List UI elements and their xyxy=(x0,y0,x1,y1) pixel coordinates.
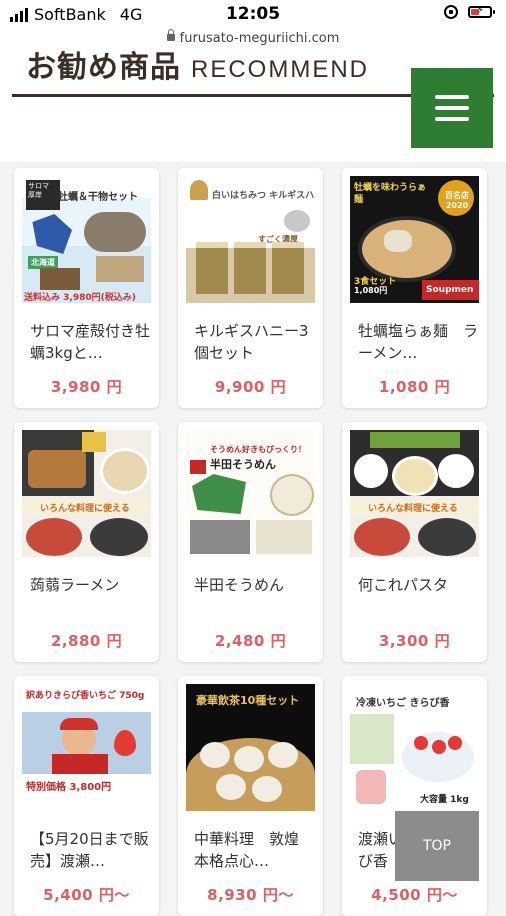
menu-bar-icon xyxy=(435,117,469,121)
status-bar: SoftBank 4G 12:05 ⚡ xyxy=(0,0,506,28)
rotation-lock-icon xyxy=(444,5,458,19)
thumb-title: 訳ありきらび香いちご 750g xyxy=(26,691,145,701)
product-name: 何これパスタ xyxy=(358,576,449,594)
section-header: お勧め商品 RECOMMEND xyxy=(0,50,506,162)
lock-icon xyxy=(166,29,175,41)
product-image: サロマ 厚岸 牡蠣＆干物セット 北海道 送料込み 3,980円(税込み) xyxy=(22,176,151,303)
product-image: 冷凍いちご きらび香 大容量 1kg xyxy=(350,684,479,811)
thumb-title: 冷凍いちご きらび香 xyxy=(356,698,450,709)
product-price: 5,400 円～ xyxy=(43,886,130,904)
product-name: 半田そうめん xyxy=(194,576,285,594)
product-name: 【5月20日まで販売】渡瀬… xyxy=(30,830,149,870)
menu-bar-icon xyxy=(435,95,469,99)
product-card[interactable]: そうめん好きもびっくり！ 半田そうめん 半田そうめん 2,480 円 xyxy=(178,422,323,662)
product-image: いろんな料理に使える xyxy=(350,430,479,557)
product-image: そうめん好きもびっくり！ 半田そうめん xyxy=(186,430,315,557)
product-name: サロマ産殻付き牡蠣3kgと… xyxy=(30,322,151,362)
product-image: 豪華飲茶10種セット xyxy=(186,684,315,811)
title-ja: お勧め商品 xyxy=(26,50,181,85)
product-name: キルギスハニー3個セット xyxy=(194,322,309,362)
product-price: 3,980 円 xyxy=(50,378,123,396)
battery-icon: ⚡ xyxy=(468,5,495,18)
thumb-title: 豪華飲茶10種セット xyxy=(196,694,300,707)
thumb-title: 白いはちみつ キルギスハニー xyxy=(212,191,315,201)
scroll-to-top-button[interactable]: TOP xyxy=(395,811,479,881)
thumb-subtitle: 半田そうめん xyxy=(210,458,276,471)
product-image: 牡蠣を味わうらぁ麺 百名店 2020 3食セット 1,080円 Soupmen xyxy=(350,176,479,303)
thumb-price: 特別価格 3,800円 xyxy=(26,782,112,793)
product-price: 2,880 円 xyxy=(50,632,123,650)
product-price: 1,080 円 xyxy=(378,378,451,396)
thumb-tag: 大容量 1kg xyxy=(420,795,469,805)
product-card[interactable]: 白いはちみつ キルギスハニー すごく濃厚 キルギスハニー3個セット 9,900 … xyxy=(178,168,323,408)
status-icons: ⚡ xyxy=(444,5,495,19)
product-card[interactable]: 訳ありきらび香いちご 750g 特別価格 3,800円 【5月20日まで販売】渡… xyxy=(14,676,159,916)
product-card[interactable]: 牡蠣を味わうらぁ麺 百名店 2020 3食セット 1,080円 Soupmen … xyxy=(342,168,487,408)
product-price: 8,930 円～ xyxy=(207,886,294,904)
product-card[interactable]: 豪華飲茶10種セット 中華料理 敦煌 本格点心… 8,930 円～ xyxy=(178,676,323,916)
product-image: 訳ありきらび香いちご 750g 特別価格 3,800円 xyxy=(22,684,151,811)
menu-bar-icon xyxy=(435,106,469,110)
product-name: 中華料理 敦煌 本格点心… xyxy=(194,830,315,870)
product-price: 3,300 円 xyxy=(378,632,451,650)
product-name: 牡蠣塩らぁ麺 ラーメン… xyxy=(358,322,479,362)
product-card[interactable]: いろんな料理に使える 何これパスタ 3,300 円 xyxy=(342,422,487,662)
product-card[interactable]: サロマ 厚岸 牡蠣＆干物セット 北海道 送料込み 3,980円(税込み) サロマ産… xyxy=(14,168,159,408)
hamburger-menu-button[interactable] xyxy=(411,68,493,148)
thumb-title: 牡蠣を味わうらぁ麺 xyxy=(354,183,427,205)
product-image: いろんな料理に使える xyxy=(22,430,151,557)
product-image: 白いはちみつ キルギスハニー すごく濃厚 xyxy=(186,176,315,303)
thumb-badge: 百名店 2020 xyxy=(445,191,469,210)
clock: 12:05 xyxy=(225,4,281,24)
thumb-title: そうめん好きもびっくり！ xyxy=(210,445,306,454)
thumb-price: 1,080円 xyxy=(354,286,388,295)
thumb-title: いろんな料理に使える xyxy=(368,504,458,514)
product-name: 蒟蒻ラーメン xyxy=(30,576,120,594)
thumb-brand: Soupmen xyxy=(426,285,474,295)
product-price: 9,900 円 xyxy=(214,378,287,396)
thumb-title: 牡蠣＆干物セット xyxy=(58,192,138,203)
thumb-price: 送料込み 3,980円(税込み) xyxy=(24,293,136,303)
thumb-title: いろんな料理に使える xyxy=(40,504,130,514)
title-en: RECOMMEND xyxy=(191,56,369,83)
product-price: 4,500 円～ xyxy=(371,886,458,904)
section-title: お勧め商品 RECOMMEND xyxy=(26,42,369,86)
product-card[interactable]: いろんな料理に使える 蒟蒻ラーメン 2,880 円 xyxy=(14,422,159,662)
product-price: 2,480 円 xyxy=(214,632,287,650)
